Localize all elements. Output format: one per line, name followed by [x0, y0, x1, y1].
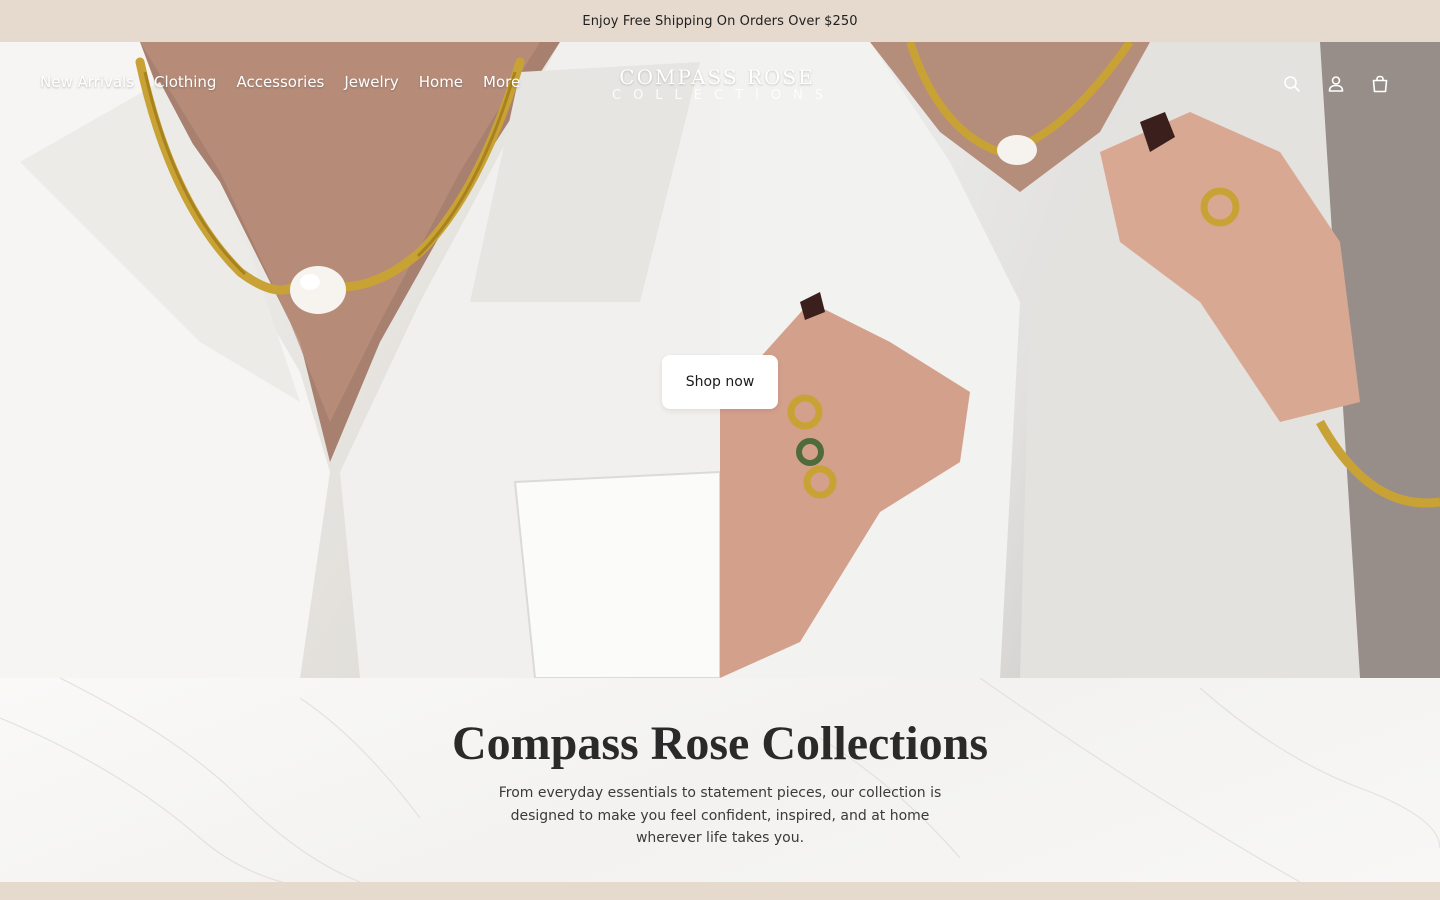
bottom-strip	[0, 882, 1440, 900]
nav-item-new-arrivals[interactable]: New Arrivals	[40, 73, 134, 91]
nav-item-home[interactable]: Home	[419, 73, 463, 91]
intro-section: Compass Rose Collections From everyday e…	[0, 678, 1440, 882]
cart-icon[interactable]	[1370, 74, 1390, 94]
site-header: New Arrivals Clothing Accessories Jewelr…	[0, 42, 1440, 128]
logo-line-1: COMPASS ROSE	[619, 65, 815, 89]
intro-description: From everyday essentials to statement pi…	[498, 785, 942, 846]
rings-photo-illustration	[720, 42, 1440, 678]
nav-item-jewelry[interactable]: Jewelry	[344, 73, 398, 91]
announcement-text: Enjoy Free Shipping On Orders Over $250	[582, 13, 858, 29]
hero-image-left	[0, 42, 720, 678]
nav-item-accessories[interactable]: Accessories	[236, 73, 324, 91]
announcement-bar: Enjoy Free Shipping On Orders Over $250	[0, 0, 1440, 42]
header-actions	[1282, 74, 1390, 94]
account-icon[interactable]	[1326, 74, 1346, 94]
intro-title: Compass Rose Collections	[452, 717, 988, 770]
shop-now-button[interactable]: Shop now	[662, 355, 778, 409]
main-nav: New Arrivals Clothing Accessories Jewelr…	[40, 73, 520, 91]
search-icon[interactable]	[1282, 74, 1302, 94]
site-logo[interactable]: COMPASS ROSE COLLECTIONS	[612, 65, 836, 104]
logo-line-2: COLLECTIONS	[612, 88, 836, 103]
nav-item-more[interactable]: More	[483, 73, 520, 91]
necklace-photo-illustration	[0, 42, 720, 678]
hero-image-right	[720, 42, 1440, 678]
nav-item-clothing[interactable]: Clothing	[154, 73, 216, 91]
marble-texture	[0, 678, 1440, 882]
